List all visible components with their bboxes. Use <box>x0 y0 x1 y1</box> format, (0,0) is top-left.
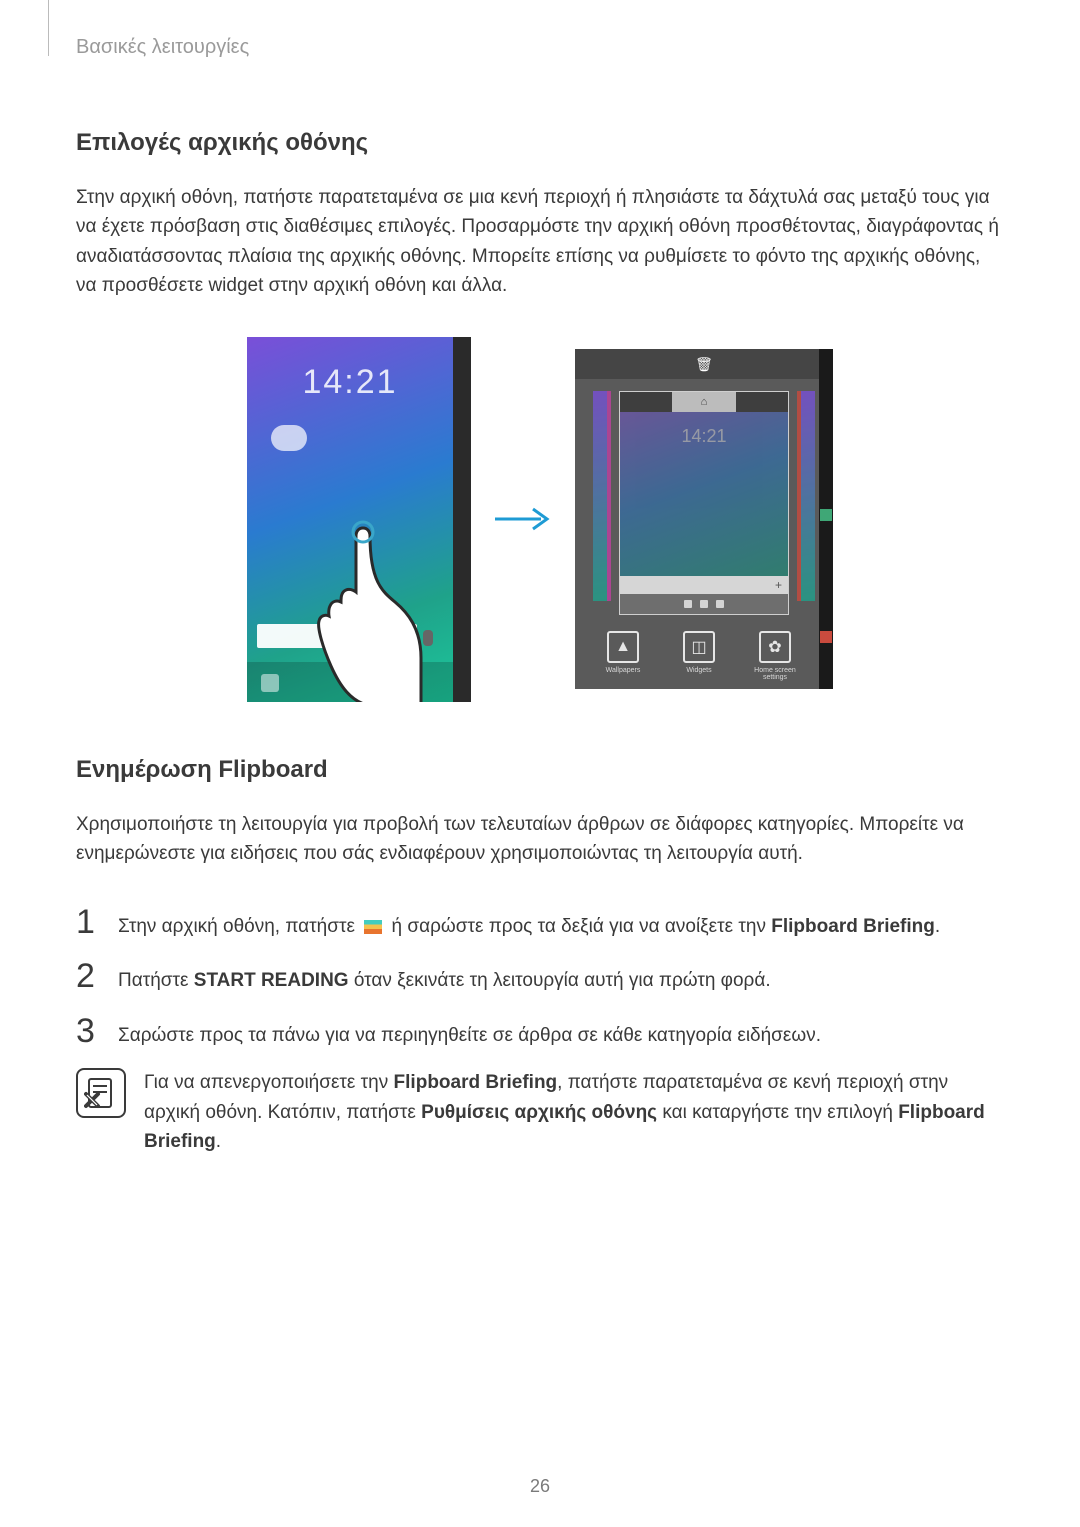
step-3-text: Σαρώστε προς τα πάνω για να περιηγηθείτε… <box>118 1014 821 1051</box>
note-icon <box>76 1068 126 1118</box>
section-title-home-options: Επιλογές αρχικής οθόνης <box>76 129 1004 157</box>
screenshot-right: 🗑 ⌂ 14:21 + ▲ <box>575 349 833 689</box>
panel-thumbnail-left <box>593 391 611 601</box>
edge-icon <box>454 363 470 379</box>
widgets-icon: ◫ <box>683 631 715 663</box>
wallpapers-icon: ▲ <box>607 631 639 663</box>
step1-a: Στην αρχική οθόνη, πατήστε <box>118 916 360 937</box>
gear-icon: ✿ <box>759 631 791 663</box>
figure-row: 14:21 ★ <box>76 337 1004 702</box>
step1-c: . <box>935 916 940 937</box>
edge-panel-right <box>819 349 833 689</box>
step1-bold: Flipboard Briefing <box>771 916 935 937</box>
hand-illustration <box>303 518 423 702</box>
step-number: 3 <box>76 1014 106 1048</box>
flipboard-tile-icon <box>364 920 382 934</box>
edge-icon <box>454 407 470 423</box>
preview-clock: 14:21 <box>681 426 726 447</box>
add-bar: + <box>620 576 788 594</box>
step-1: 1 Στην αρχική οθόνη, πατήστε ή σαρώστε π… <box>76 905 1004 942</box>
note-b1: Flipboard Briefing <box>394 1072 558 1093</box>
mic-icon <box>423 630 433 646</box>
step-2: 2 Πατήστε START READING όταν ξεκινάτε τη… <box>76 959 1004 996</box>
edge-chip <box>820 509 832 521</box>
step-2-text: Πατήστε START READING όταν ξεκινάτε τη λ… <box>118 959 771 996</box>
note-a: Για να απενεργοποιήσετε την <box>144 1072 394 1093</box>
settings-option: ✿ Home screen settings <box>747 631 803 681</box>
step1-b: ή σαρώστε προς τα δεξιά για να ανοίξετε … <box>386 916 771 937</box>
widgets-label: Widgets <box>686 667 711 674</box>
trash-icon: 🗑 <box>695 356 713 373</box>
step-3: 3 Σαρώστε προς τα πάνω για να περιηγηθεί… <box>76 1014 1004 1051</box>
step-number: 2 <box>76 959 106 993</box>
arrow-right-icon <box>493 505 553 533</box>
edge-chip <box>820 631 832 643</box>
step2-bold: START READING <box>194 970 349 991</box>
running-header: Βασικές λειτουργίες <box>76 36 1004 59</box>
note-text: Για να απενεργοποιήσετε την Flipboard Br… <box>144 1068 1004 1156</box>
step-number: 1 <box>76 905 106 939</box>
weather-widget <box>271 425 307 451</box>
editor-topbar: 🗑 <box>575 349 833 379</box>
note-b2: Ρυθμίσεις αρχικής οθόνης <box>421 1102 657 1123</box>
editor-options: ▲ Wallpapers ◫ Widgets ✿ Home screen set… <box>595 631 803 681</box>
edge-panel: ★ <box>453 337 471 702</box>
section-title-flipboard: Ενημέρωση Flipboard <box>76 756 1004 784</box>
home-preview: 14:21 <box>620 412 788 576</box>
step2-b: όταν ξεκινάτε τη λειτουργία αυτή για πρώ… <box>349 970 771 991</box>
wallpapers-label: Wallpapers <box>606 667 641 674</box>
panel-thumbnail-main: ⌂ 14:21 + <box>619 391 789 615</box>
screenshot-left: 14:21 ★ <box>247 337 471 702</box>
wallpapers-option: ▲ Wallpapers <box>595 631 651 681</box>
widgets-option: ◫ Widgets <box>671 631 727 681</box>
note-e: . <box>216 1131 221 1152</box>
page-number: 26 <box>530 1476 550 1497</box>
step2-a: Πατήστε <box>118 970 194 991</box>
dock-icon <box>261 674 279 692</box>
star-icon: ★ <box>455 343 469 357</box>
note-block: Για να απενεργοποιήσετε την Flipboard Br… <box>76 1068 1004 1156</box>
section1-body: Στην αρχική οθόνη, πατήστε παρατεταμένα … <box>76 183 1004 301</box>
edge-icon <box>454 473 470 489</box>
panels-row: ⌂ 14:21 + <box>575 391 833 615</box>
edge-icon <box>454 429 470 445</box>
home-icon: ⌂ <box>672 392 736 412</box>
edge-icon <box>454 385 470 401</box>
settings-label: Home screen settings <box>747 667 803 681</box>
note-d: και καταργήστε την επιλογή <box>657 1102 898 1123</box>
step-1-text: Στην αρχική οθόνη, πατήστε ή σαρώστε προ… <box>118 905 940 942</box>
edge-icon <box>454 451 470 467</box>
dock-preview <box>620 594 788 614</box>
panel-thumbnail-right <box>797 391 815 601</box>
clock-text: 14:21 <box>302 363 397 402</box>
page-content: Βασικές λειτουργίες Επιλογές αρχικής οθό… <box>0 0 1080 1156</box>
edge-icon <box>454 495 470 511</box>
section2-body: Χρησιμοποιήστε τη λειτουργία για προβολή… <box>76 810 1004 869</box>
